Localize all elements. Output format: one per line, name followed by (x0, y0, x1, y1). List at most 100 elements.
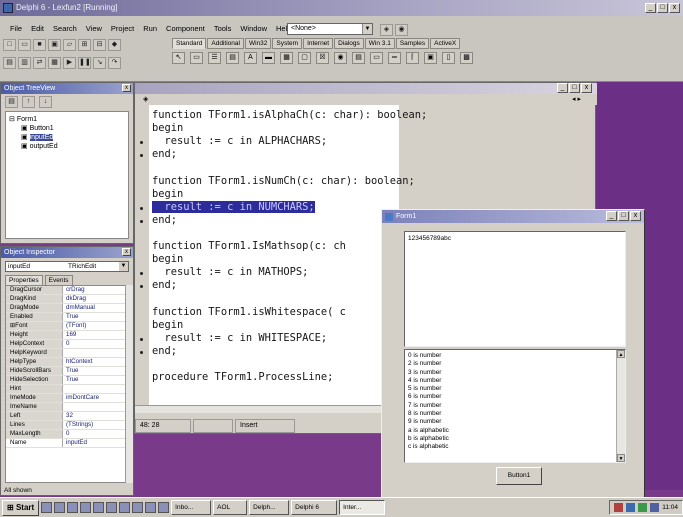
combobox-icon[interactable]: ▭ (370, 52, 383, 64)
scrollbar-icon[interactable]: ═ (388, 52, 401, 64)
tree-node-form1[interactable]: ⊟ Form1 (9, 115, 125, 124)
property-row[interactable]: ⊞Font (TFont) (6, 322, 128, 331)
task-delphi-1[interactable]: Delph... (249, 500, 290, 515)
delete-icon[interactable]: ▤ (5, 96, 18, 108)
property-value[interactable] (63, 385, 128, 393)
button1[interactable]: Button1 (496, 467, 542, 485)
scroll-up-icon[interactable]: ▲ (617, 350, 625, 358)
property-value[interactable]: crDrag (63, 286, 128, 294)
task-delphi-2[interactable]: Delphi 6 (291, 500, 338, 515)
property-value[interactable] (63, 403, 128, 411)
nav-arrows-icon[interactable]: ◂ ▸ (572, 95, 581, 103)
tab-samples[interactable]: Samples (395, 38, 430, 49)
property-row[interactable]: DragMode dmManual (6, 304, 128, 313)
save-desktop-icon[interactable]: ◈ (380, 24, 393, 36)
menu-project[interactable]: Project (111, 24, 134, 36)
minimize-button[interactable]: _ (557, 83, 568, 93)
open-project-icon[interactable]: ▱ (63, 39, 76, 51)
output-scrollbar[interactable]: ▲ ▼ (616, 350, 625, 462)
menu-file[interactable]: File (10, 24, 22, 36)
code-line[interactable]: result := c in MATHOPS; (152, 266, 309, 279)
trace-into-icon[interactable]: ↘ (93, 57, 106, 69)
close-icon[interactable]: x (122, 248, 131, 256)
tree-node-outputed[interactable]: ▣ outputEd (9, 142, 125, 151)
property-row[interactable]: Hint (6, 385, 128, 394)
quicklaunch-paint-icon[interactable] (145, 502, 157, 513)
breakpoint-marker[interactable] (140, 219, 143, 223)
minimize-button[interactable]: _ (645, 3, 656, 13)
code-line[interactable]: result := c in NUMCHARS; (152, 200, 315, 214)
quicklaunch-desktop-icon[interactable] (67, 502, 79, 513)
code-line[interactable]: result := c in WHITESPACE; (152, 332, 328, 345)
code-line[interactable]: begin (152, 319, 183, 332)
property-row[interactable]: Left 32 (6, 412, 128, 421)
property-value[interactable]: htContext (63, 358, 128, 366)
breakpoint-marker[interactable] (140, 285, 143, 289)
form1-title-bar[interactable]: Form1 _ □ x (382, 210, 644, 223)
property-value[interactable]: True (63, 376, 128, 384)
breakpoint-marker[interactable] (140, 141, 143, 145)
actionlist-icon[interactable]: ▩ (460, 52, 473, 64)
menu-edit[interactable]: Edit (31, 24, 44, 36)
close-button[interactable]: x (630, 211, 641, 221)
code-line[interactable]: end; (152, 214, 177, 227)
code-line[interactable]: function TForm1.isAlphaCh(c: char): bool… (152, 109, 427, 122)
treeview-caption[interactable]: Object TreeView x (1, 83, 133, 94)
property-row[interactable]: HelpContext 0 (6, 340, 128, 349)
frame-icon[interactable]: ▭ (190, 52, 203, 64)
debug-desktop-icon[interactable]: ◉ (395, 24, 408, 36)
quicklaunch-notepad-icon[interactable] (158, 502, 170, 513)
code-line[interactable]: end; (152, 279, 177, 292)
property-value[interactable]: dkDrag (63, 295, 128, 303)
view-form-icon[interactable]: ▥ (18, 57, 31, 69)
output-rich-edit[interactable]: 0 is number 2 is number 3 is number 4 is nu… (404, 349, 626, 463)
property-row[interactable]: ImeMode imDontCare (6, 394, 128, 403)
code-line[interactable]: end; (152, 345, 177, 358)
panel-icon[interactable]: ▯ (442, 52, 455, 64)
tab-win31[interactable]: Win 3.1 (364, 38, 395, 49)
property-value[interactable]: (TFont) (63, 322, 128, 330)
maximize-button[interactable]: □ (618, 211, 629, 221)
chevron-down-icon[interactable]: ▼ (362, 24, 372, 34)
object-selector-combo[interactable]: inputEd TRichEdit ▼ (5, 261, 129, 272)
task-aol[interactable]: AOL (213, 500, 248, 515)
groupbox-icon[interactable]: ⌈ (406, 52, 419, 64)
menu-window[interactable]: Window (240, 24, 267, 36)
popupmenu-icon[interactable]: ▤ (226, 52, 239, 64)
close-button[interactable]: x (581, 83, 592, 93)
tab-unit-icon[interactable]: ◈ (143, 95, 148, 103)
start-button[interactable]: ⊞ Start (2, 499, 40, 516)
save-icon[interactable]: ■ (33, 39, 46, 51)
property-value[interactable]: 169 (63, 331, 128, 339)
property-value[interactable]: (TStrings) (63, 421, 128, 429)
arrow-down-icon[interactable]: ↓ (39, 96, 52, 108)
property-value[interactable] (63, 349, 128, 357)
tab-internet[interactable]: Internet (303, 38, 334, 49)
quicklaunch-excel-icon[interactable] (106, 502, 118, 513)
maximize-button[interactable]: □ (657, 3, 668, 13)
menu-run[interactable]: Run (143, 24, 157, 36)
property-row[interactable]: ImeName (6, 403, 128, 412)
tab-win32[interactable]: Win32 (244, 38, 272, 49)
code-line[interactable]: begin (152, 253, 183, 266)
tray-icon-2[interactable] (626, 503, 636, 512)
toggle-form-unit-icon[interactable]: ⇄ (33, 57, 46, 69)
property-row[interactable]: HelpType htContext (6, 358, 128, 367)
tab-standard[interactable]: Standard (172, 38, 207, 49)
listbox-icon[interactable]: ▤ (352, 52, 365, 64)
tab-system[interactable]: System (272, 38, 303, 49)
tree-node-inputed[interactable]: ▣ inputEd (9, 133, 125, 142)
property-value[interactable]: True (63, 313, 128, 321)
inspector-scrollbar[interactable] (125, 285, 133, 483)
radiobutton-icon[interactable]: ◉ (334, 52, 347, 64)
view-unit-icon[interactable]: ▤ (3, 57, 16, 69)
radiogroup-icon[interactable]: ▣ (424, 52, 437, 64)
arrow-up-icon[interactable]: ↑ (22, 96, 35, 108)
quicklaunch-outlook-icon[interactable] (54, 502, 66, 513)
button-icon[interactable]: ▢ (298, 52, 311, 64)
property-row[interactable]: Height 169 (6, 331, 128, 340)
tab-dialogs[interactable]: Dialogs (334, 38, 364, 49)
menu-tools[interactable]: Tools (214, 24, 232, 36)
help-icon[interactable]: ◆ (108, 39, 121, 51)
close-button[interactable]: x (669, 3, 680, 13)
